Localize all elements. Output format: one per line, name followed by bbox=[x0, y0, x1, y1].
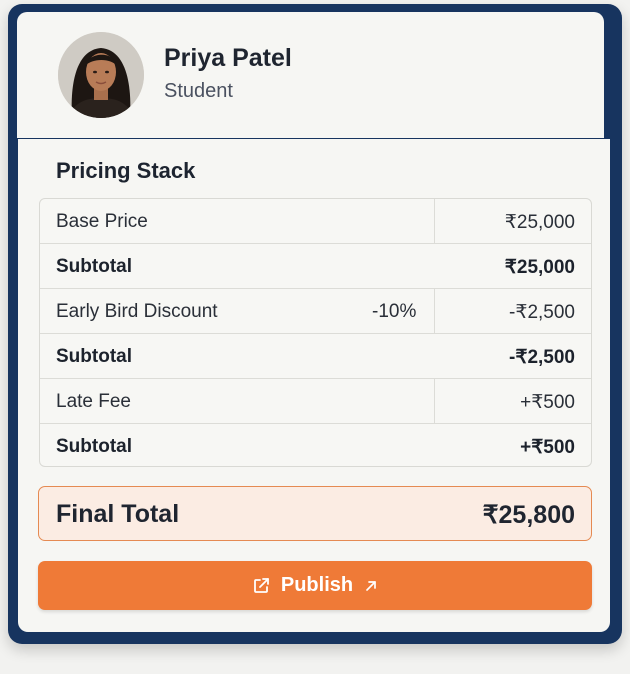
column-divider bbox=[434, 379, 435, 423]
row-label: Early Bird Discount bbox=[56, 301, 218, 322]
row-amount: ₹25,000 bbox=[504, 212, 575, 233]
publish-label: Publish bbox=[280, 574, 354, 596]
table-row: Base Price ₹25,000 bbox=[40, 199, 591, 244]
final-total-value: ₹25,800 bbox=[482, 501, 575, 529]
pricing-table: Base Price ₹25,000 Subtotal ₹25,000 Earl… bbox=[39, 198, 592, 467]
row-label: Subtotal bbox=[56, 436, 132, 457]
pricing-panel: Pricing Stack Base Price ₹25,000 Subtota… bbox=[18, 139, 610, 632]
row-label: Subtotal bbox=[56, 346, 132, 367]
row-amount: ₹25,000 bbox=[504, 257, 575, 278]
avatar bbox=[58, 32, 144, 118]
table-row: Late Fee +₹500 bbox=[40, 379, 591, 424]
column-divider bbox=[434, 289, 435, 333]
subtotal-row: Subtotal -₹2,500 bbox=[40, 334, 591, 379]
row-amount: -₹2,500 bbox=[509, 302, 575, 323]
row-label: Subtotal bbox=[56, 256, 132, 277]
arrow-up-right-icon bbox=[363, 578, 379, 594]
user-role: Student bbox=[164, 80, 233, 102]
row-percent: -10% bbox=[372, 301, 417, 322]
row-amount: +₹500 bbox=[520, 437, 575, 458]
row-label: Base Price bbox=[56, 211, 148, 232]
subtotal-row: Subtotal +₹500 bbox=[40, 424, 591, 466]
publish-button[interactable]: Publish bbox=[38, 561, 592, 610]
column-divider bbox=[434, 199, 435, 243]
panel-title: Pricing Stack bbox=[56, 158, 196, 183]
table-row: Early Bird Discount -10% -₹2,500 bbox=[40, 289, 591, 334]
row-label: Late Fee bbox=[56, 391, 131, 412]
final-total-box: Final Total ₹25,800 bbox=[38, 486, 592, 541]
row-amount: -₹2,500 bbox=[509, 347, 575, 368]
profile-header: Priya Patel Student bbox=[17, 12, 604, 138]
user-name: Priya Patel bbox=[164, 44, 292, 72]
row-amount: +₹500 bbox=[520, 392, 575, 413]
final-total-label: Final Total bbox=[56, 500, 180, 528]
external-link-icon bbox=[251, 576, 271, 596]
subtotal-row: Subtotal ₹25,000 bbox=[40, 244, 591, 289]
